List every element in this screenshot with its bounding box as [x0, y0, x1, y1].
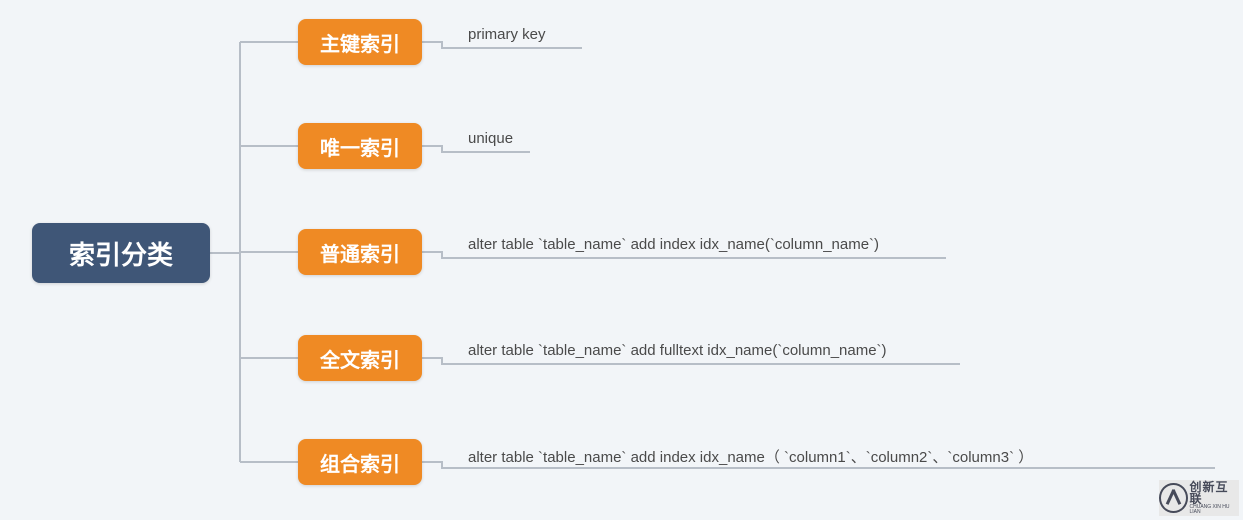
root-node[interactable]: 索引分类	[32, 223, 210, 283]
leaf-text-3: alter table `table_name` add fulltext id…	[468, 342, 887, 359]
child-node-1[interactable]: 唯一索引	[298, 123, 422, 169]
child-label: 全文索引	[320, 344, 400, 373]
leaf-text-4: alter table `table_name` add index idx_n…	[468, 446, 1033, 467]
root-label: 索引分类	[69, 235, 173, 272]
child-label: 主键索引	[320, 28, 400, 57]
child-label: 唯一索引	[320, 132, 400, 161]
child-node-4[interactable]: 组合索引	[298, 439, 422, 485]
child-node-3[interactable]: 全文索引	[298, 335, 422, 381]
child-node-2[interactable]: 普通索引	[298, 229, 422, 275]
child-label: 普通索引	[320, 238, 400, 267]
leaf-text-1: unique	[468, 130, 513, 147]
child-label: 组合索引	[320, 448, 400, 477]
leaf-text-0: primary key	[468, 26, 546, 43]
mindmap-canvas: 索引分类 主键索引 primary key 唯一索引 unique 普通索引 alter …	[0, 0, 1243, 520]
watermark-badge: 创新互联 CHUANG XIN HU LIAN	[1159, 480, 1239, 516]
watermark-logo-icon	[1159, 483, 1188, 513]
leaf-text-2: alter table `table_name` add index idx_n…	[468, 236, 879, 253]
watermark-text-big: 创新互联	[1190, 481, 1240, 505]
watermark-text-small: CHUANG XIN HU LIAN	[1190, 505, 1240, 515]
child-node-0[interactable]: 主键索引	[298, 19, 422, 65]
